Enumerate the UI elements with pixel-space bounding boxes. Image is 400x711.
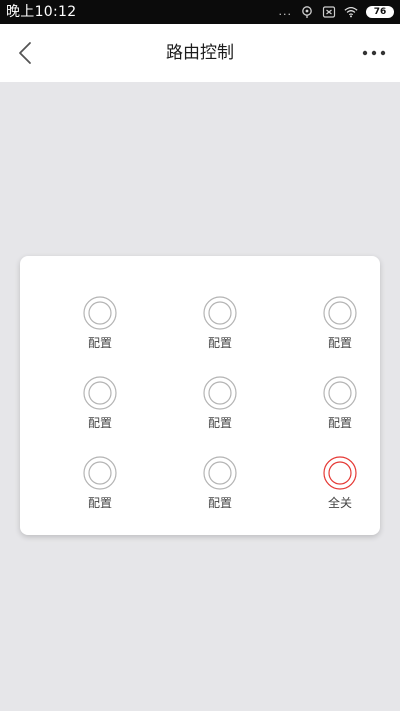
config-button[interactable]: 配置 [40,456,160,526]
switch-ring-icon [83,296,117,330]
page-title: 路由控制 [166,43,234,63]
battery-level: 76 [366,6,394,18]
switch-ring-icon [203,456,237,490]
wifi-icon [344,7,358,18]
control-label: 配置 [87,416,112,430]
notification-dots: ... [278,5,292,18]
control-label: 全关 [327,496,352,510]
more-dots-icon [362,50,386,56]
power-off-ring-icon [323,456,357,490]
config-button[interactable]: 配置 [160,376,280,446]
control-label: 配置 [327,336,352,350]
control-label: 配置 [87,496,112,510]
switch-ring-icon [203,376,237,410]
control-grid: 配置 配置 配置 配置 配置 配置 配置 配置 全关 [20,256,380,535]
config-button[interactable]: 配置 [280,296,400,366]
control-label: 配置 [207,416,232,430]
status-icons: ... 76 [278,0,394,24]
config-button[interactable]: 配置 [280,376,400,446]
header: 路由控制 [0,24,400,82]
control-label: 配置 [207,496,232,510]
switch-ring-icon [323,296,357,330]
config-button[interactable]: 配置 [160,456,280,526]
switch-ring-icon [83,376,117,410]
control-label: 配置 [327,416,352,430]
control-card: 配置 配置 配置 配置 配置 配置 配置 配置 全关 [20,256,380,535]
all-off-button[interactable]: 全关 [280,456,400,526]
more-options-button[interactable] [356,38,392,68]
battery-indicator: 76 [366,6,394,18]
config-button[interactable]: 配置 [40,376,160,446]
config-button[interactable]: 配置 [160,296,280,366]
config-button[interactable]: 配置 [40,296,160,366]
no-sim-icon [322,6,336,18]
status-bar: 晚上10:12 ... 76 [0,0,400,24]
control-label: 配置 [207,336,232,350]
switch-ring-icon [203,296,237,330]
switch-ring-icon [83,456,117,490]
control-label: 配置 [87,336,112,350]
location-icon [302,6,312,18]
switch-ring-icon [323,376,357,410]
status-time: 晚上10:12 [6,4,77,20]
